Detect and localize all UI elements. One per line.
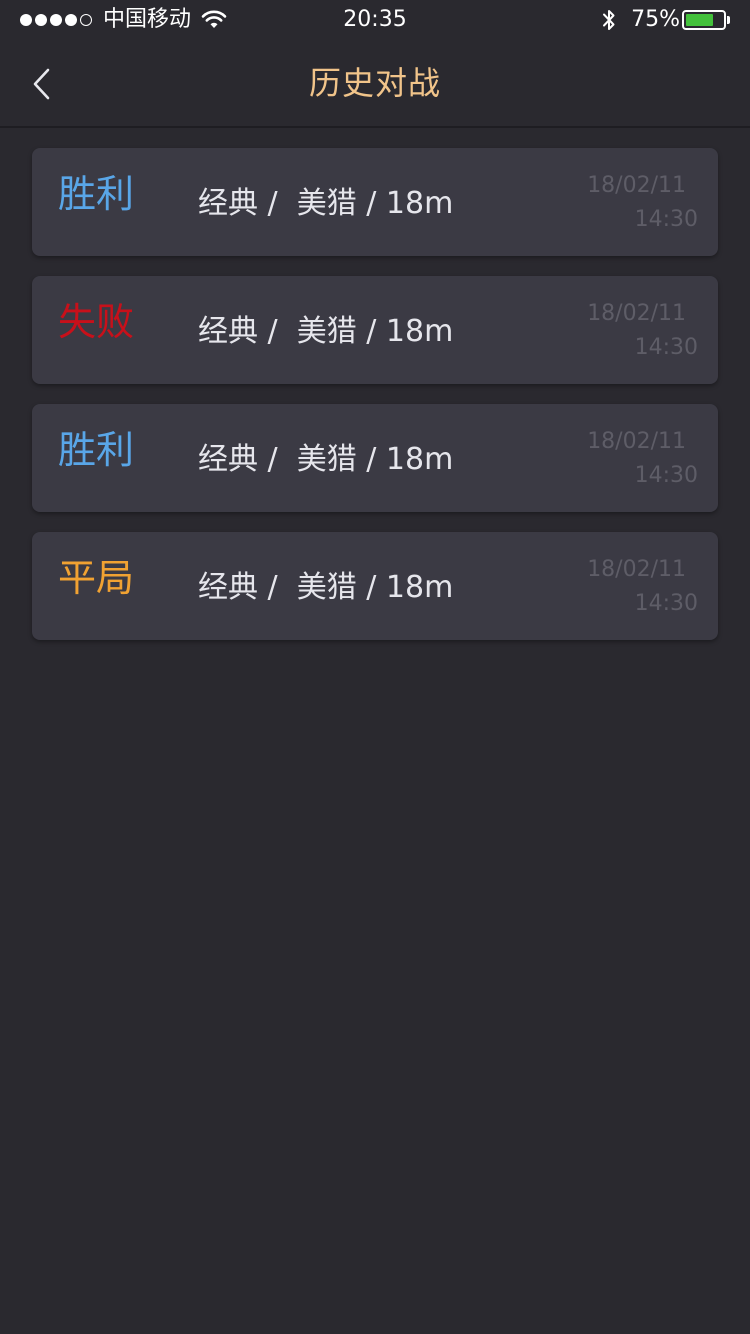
match-card[interactable]: 胜利 经典 / 美猎 / 18m 18/02/11 14:30 [32,404,718,512]
match-time: 14:30 [634,207,698,232]
match-mode: 经典 / 美猎 / 18m [198,186,454,221]
match-mode: 经典 / 美猎 / 18m [198,314,454,349]
battery-cap [727,16,730,24]
page-title: 历史对战 [308,64,441,102]
nav-bar: 历史对战 [0,40,750,128]
back-button[interactable] [20,60,64,108]
battery-percent: 75% [631,7,680,32]
match-mode: 经典 / 美猎 / 18m [198,442,454,477]
status-bar-right: 75% [601,7,730,33]
bluetooth-icon [603,10,615,30]
match-history-list: 胜利 经典 / 美猎 / 18m 18/02/11 14:30 失败 经典 / … [32,148,718,660]
match-card[interactable]: 胜利 经典 / 美猎 / 18m 18/02/11 14:30 [32,148,718,256]
battery-icon [682,10,726,30]
match-mode: 经典 / 美猎 / 18m [198,570,454,605]
match-date: 18/02/11 [587,429,686,454]
battery-fill [686,14,713,26]
chevron-left-icon [33,68,50,100]
status-bar: 中国移动 20:35 75% [0,0,750,40]
match-result: 平局 [58,556,135,600]
match-time: 14:30 [634,591,698,616]
match-time: 14:30 [634,335,698,360]
match-date: 18/02/11 [587,173,686,198]
match-card[interactable]: 失败 经典 / 美猎 / 18m 18/02/11 14:30 [32,276,718,384]
match-date: 18/02/11 [587,301,686,326]
match-time: 14:30 [634,463,698,488]
match-date: 18/02/11 [587,557,686,582]
match-result: 失败 [58,300,135,344]
match-result: 胜利 [58,428,135,472]
match-card[interactable]: 平局 经典 / 美猎 / 18m 18/02/11 14:30 [32,532,718,640]
match-result: 胜利 [58,172,135,216]
